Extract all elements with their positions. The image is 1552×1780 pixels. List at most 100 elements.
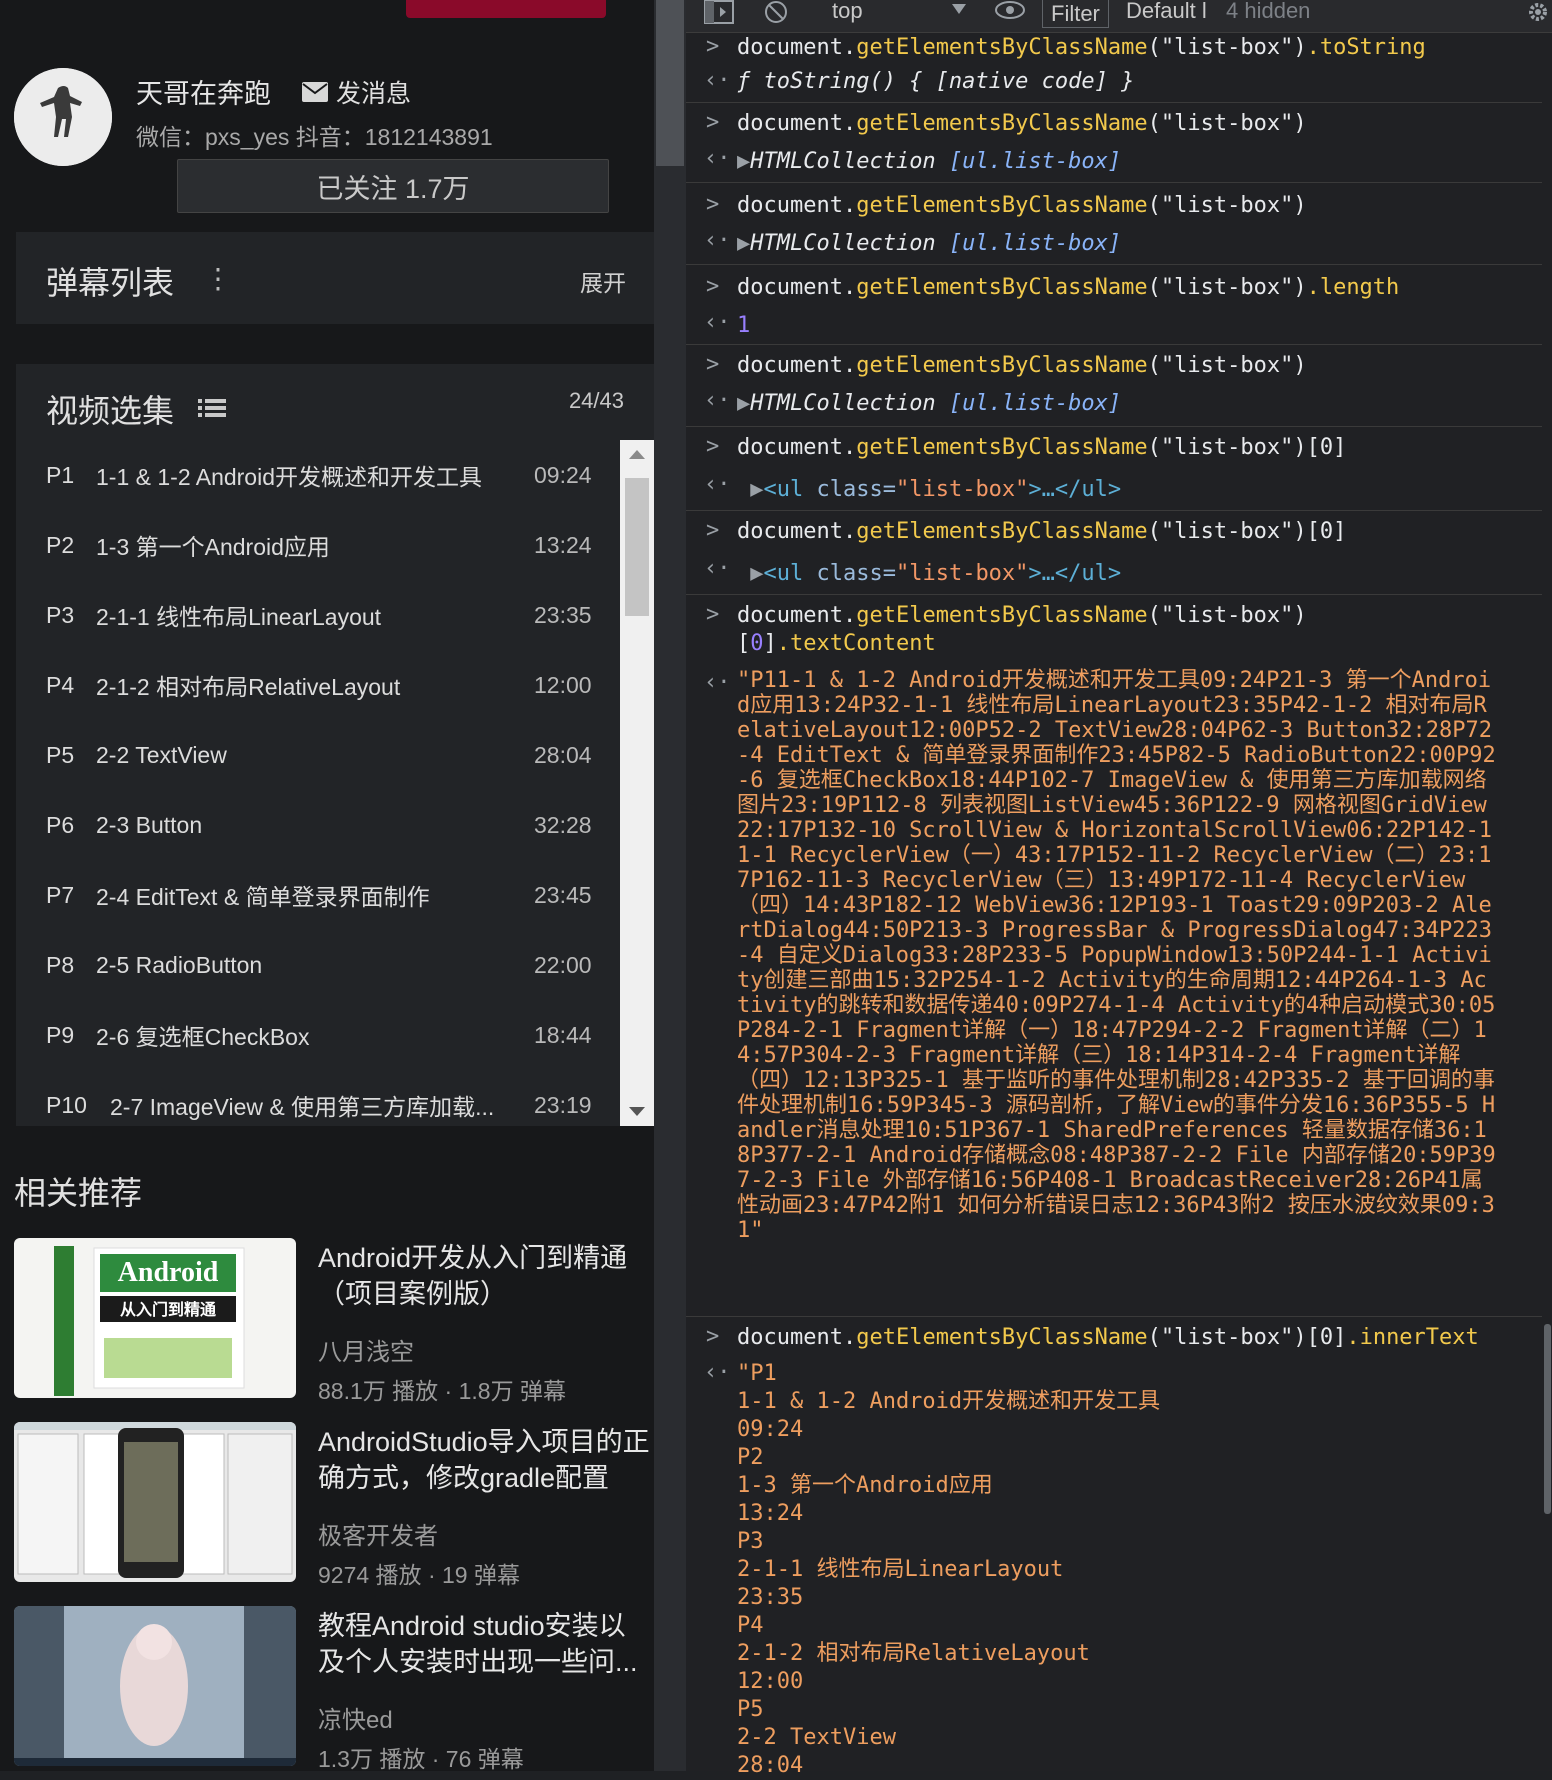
result-line: 2-1-2 相对布局RelativeLayout (737, 1641, 1090, 1666)
result-line: P2 (737, 1445, 764, 1470)
page-scrollbar[interactable] (654, 0, 686, 1771)
context-selector[interactable]: top (832, 0, 863, 24)
episode-item[interactable]: P4 2-1-2 相对布局RelativeLayout 12:00 (16, 650, 620, 720)
console-input[interactable]: document.getElementsByClassName("list-bo… (737, 1324, 1479, 1352)
result-line: 1-1 & 1-2 Android开发概述和开发工具 (737, 1389, 1161, 1414)
console-input[interactable]: document.getElementsByClassName("list-bo… (737, 110, 1307, 138)
video-thumbnail[interactable]: Android 从入门到精通 (14, 1238, 296, 1398)
episode-number: P8 (46, 951, 75, 978)
result-type: HTMLCollection (750, 231, 936, 256)
episode-item[interactable]: P8 2-5 RadioButton 22:00 (16, 930, 620, 1000)
console-input[interactable]: document.getElementsByClassName("list-bo… (737, 602, 1307, 630)
avatar[interactable] (14, 68, 112, 166)
live-expression-eye-icon[interactable] (994, 0, 1026, 20)
recommend-item[interactable]: AndroidStudio导入项目的正确方式，修改gradle配置 极客开发者 … (14, 1422, 654, 1588)
scroll-up-arrow-icon[interactable] (629, 450, 645, 459)
code-method: getElementsByClassName (856, 435, 1148, 460)
code-args: ("list-box") (1147, 275, 1307, 300)
filter-input[interactable]: Filter (1042, 0, 1109, 28)
episode-title: 2-2 TextView (96, 741, 227, 768)
dropdown-arrow-icon[interactable] (952, 4, 966, 14)
console-result[interactable]: ▶HTMLCollection [ul.list-box] (737, 148, 1121, 176)
episode-duration: 18:44 (534, 1021, 592, 1048)
episode-item[interactable]: P3 2-1-1 线性布局LinearLayout 23:35 (16, 580, 620, 650)
episode-item[interactable]: P2 1-3 第一个Android应用 13:24 (16, 510, 620, 580)
episode-number: P7 (46, 881, 75, 908)
console-result[interactable]: 1 (737, 312, 750, 340)
episode-item[interactable]: P9 2-6 复选框CheckBox 18:44 (16, 1000, 620, 1070)
input-prompt-icon: > (706, 192, 720, 217)
episode-number: P1 (46, 461, 75, 488)
console-input[interactable]: document.getElementsByClassName("list-bo… (737, 434, 1346, 462)
html-attr: class= (803, 561, 896, 586)
console-entry: > document.getElementsByClassName("list-… (686, 346, 1542, 427)
episode-item[interactable]: P1 1-1 & 1-2 Android开发概述和开发工具 09:24 (16, 440, 620, 510)
input-prompt-icon: > (706, 518, 720, 543)
expand-triangle-icon[interactable]: ▶ (737, 149, 750, 174)
episode-title: 2-7 ImageView & 使用第三方库加载... (110, 1094, 495, 1120)
code-args: ("list-box") (1147, 519, 1307, 544)
result-arrow-icon: ‹· (704, 472, 731, 497)
expand-triangle-icon[interactable]: ▶ (737, 477, 763, 502)
mail-icon (302, 82, 328, 102)
recommend-video-title[interactable]: Android开发从入门到精通（项目案例版） (318, 1240, 652, 1312)
input-prompt-icon: > (706, 1324, 720, 1349)
episode-count: 24/43 (568, 388, 624, 413)
log-levels-dropdown[interactable]: Default l (1126, 0, 1207, 24)
result-arrow-icon: ‹· (704, 146, 731, 171)
console-input-continued[interactable]: [0].textContent (737, 630, 936, 658)
console-input[interactable]: document.getElementsByClassName("list-bo… (737, 274, 1399, 302)
console-result[interactable]: ƒ toString() { [native code] } (737, 68, 1134, 96)
console-input[interactable]: document.getElementsByClassName("list-bo… (737, 34, 1426, 62)
result-arrow-icon: ‹· (704, 670, 731, 695)
console-result[interactable]: ▶HTMLCollection [ul.list-box] (737, 390, 1121, 418)
result-arrow-icon: ‹· (704, 228, 731, 253)
console-result[interactable]: ▶<ul class="list-box">…</ul> (737, 476, 1121, 504)
sidebar-toggle-icon[interactable] (704, 0, 734, 24)
console-result-string[interactable]: "P11-1 & 1-2 Android开发概述和开发工具09:24P21-3 … (737, 668, 1497, 1243)
episode-item[interactable]: P10 2-7 ImageView & 使用第三方库加载... 23:19 (16, 1070, 620, 1126)
console-result[interactable]: ▶<ul class="list-box">…</ul> (737, 560, 1121, 588)
episode-title: 2-3 Button (96, 811, 203, 838)
recommend-author[interactable]: 凉快ed (318, 1700, 393, 1735)
clear-console-icon[interactable] (764, 0, 788, 24)
recommend-author[interactable]: 极客开发者 (318, 1516, 438, 1551)
console-scrollbar-thumb[interactable] (1544, 1324, 1551, 1514)
follow-button[interactable]: 已关注 1.7万 (177, 159, 609, 213)
input-prompt-icon: > (706, 352, 720, 377)
action-button-partial[interactable] (406, 0, 606, 18)
recommend-item[interactable]: 教程Android studio安装以及个人安装时出现一些问... 凉快ed 1… (14, 1606, 654, 1771)
console-scrollbar[interactable] (1542, 34, 1552, 1771)
expand-triangle-icon[interactable]: ▶ (737, 231, 750, 256)
console-input[interactable]: document.getElementsByClassName("list-bo… (737, 518, 1346, 546)
recommend-item[interactable]: Android 从入门到精通 Android开发从入门到精通（项目案例版） 八月… (14, 1238, 654, 1404)
recommend-video-title[interactable]: 教程Android studio安装以及个人安装时出现一些问... (318, 1608, 652, 1680)
video-thumbnail[interactable] (14, 1422, 296, 1582)
episode-item[interactable]: P6 2-3 Button 32:28 (16, 790, 620, 860)
episode-title: 1-1 & 1-2 Android开发概述和开发工具 (96, 464, 483, 490)
uploader-name[interactable]: 天哥在奔跑 (136, 72, 271, 111)
scroll-down-arrow-icon[interactable] (629, 1107, 645, 1116)
recommend-author[interactable]: 八月浅空 (318, 1332, 414, 1367)
video-thumbnail[interactable] (14, 1606, 296, 1766)
console-input[interactable]: document.getElementsByClassName("list-bo… (737, 352, 1307, 380)
console-result[interactable]: ▶HTMLCollection [ul.list-box] (737, 230, 1121, 258)
page-scrollbar-thumb[interactable] (656, 0, 684, 166)
send-message-label: 发消息 (336, 80, 412, 108)
recommend-video-title[interactable]: AndroidStudio导入项目的正确方式，修改gradle配置 (318, 1424, 652, 1496)
episode-list-scrollbar[interactable] (620, 440, 654, 1126)
expand-triangle-icon[interactable]: ▶ (737, 391, 750, 416)
console-input[interactable]: document.getElementsByClassName("list-bo… (737, 192, 1307, 220)
settings-gear-icon[interactable] (1526, 0, 1550, 24)
episode-item[interactable]: P7 2-4 EditText & 简单登录界面制作 23:45 (16, 860, 620, 930)
expand-triangle-icon[interactable]: ▶ (737, 561, 763, 586)
send-message-button[interactable]: 发消息 (302, 74, 411, 110)
video-page-panel: 天哥在奔跑 发消息 微信：pxs_yes 抖音：1812143891 已关注 1… (0, 0, 654, 1771)
episode-item[interactable]: P5 2-2 TextView 28:04 (16, 720, 620, 790)
console-result-string[interactable]: "P1 1-1 & 1-2 Android开发概述和开发工具 09:24 P2 … (737, 1360, 1160, 1780)
scrollbar-thumb[interactable] (625, 478, 649, 616)
more-options-icon[interactable]: ⋮ (204, 262, 232, 295)
list-view-icon[interactable] (198, 394, 226, 422)
console-entry: > document.getElementsByClassName("list-… (686, 34, 1542, 103)
danmu-expand-button[interactable]: 展开 (580, 264, 626, 298)
